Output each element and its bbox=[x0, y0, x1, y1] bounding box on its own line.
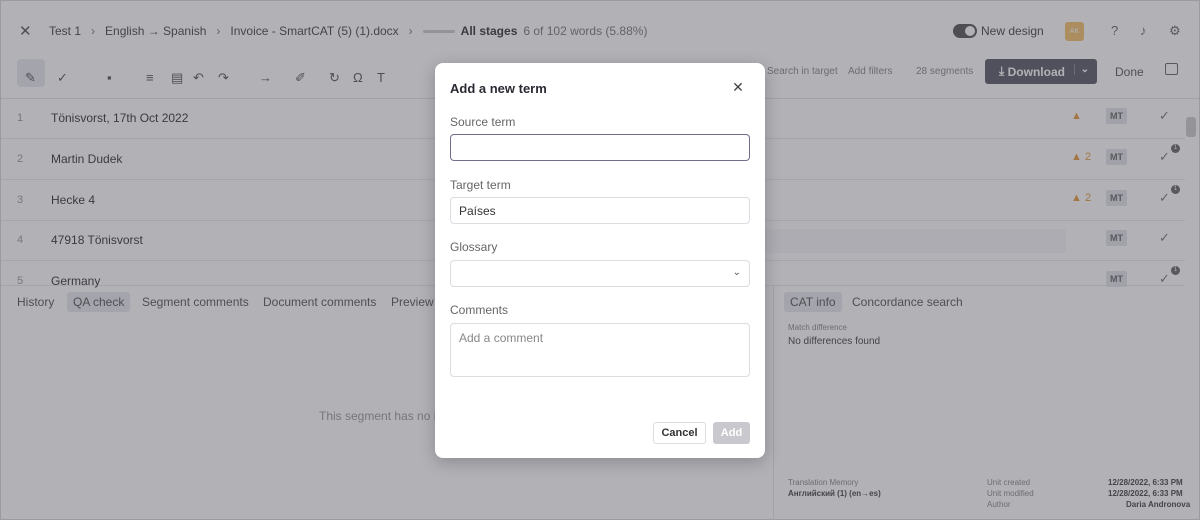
glossary-label: Glossary bbox=[450, 240, 498, 254]
glossary-select[interactable]: ⌄ bbox=[450, 260, 750, 287]
add-term-dialog: Add a new term ✕ Source term Target term… bbox=[435, 63, 765, 458]
comments-textarea[interactable] bbox=[450, 323, 750, 377]
source-term-label: Source term bbox=[450, 115, 516, 129]
target-term-input[interactable] bbox=[450, 197, 750, 224]
dialog-title: Add a new term bbox=[450, 81, 547, 96]
source-term-input[interactable] bbox=[450, 134, 750, 161]
chevron-down-icon: ⌄ bbox=[732, 267, 741, 278]
comments-label: Comments bbox=[450, 303, 509, 317]
close-icon[interactable]: ✕ bbox=[731, 79, 745, 95]
target-term-label: Target term bbox=[450, 178, 511, 192]
cancel-button[interactable]: Cancel bbox=[653, 422, 706, 444]
add-button[interactable]: Add bbox=[713, 422, 750, 444]
